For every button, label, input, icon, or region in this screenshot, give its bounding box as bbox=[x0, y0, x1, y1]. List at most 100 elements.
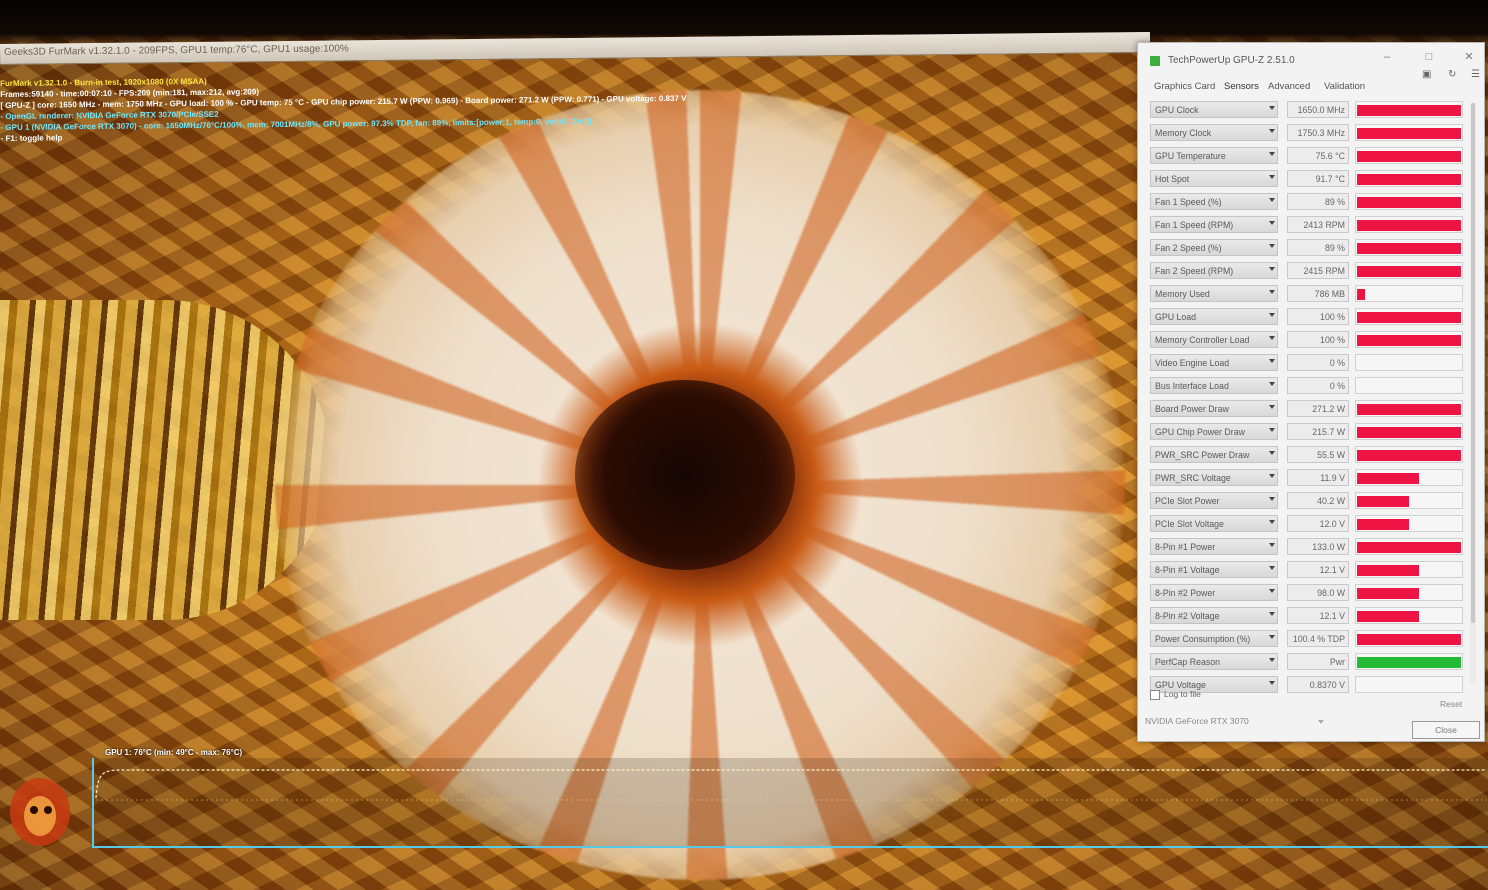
sensor-value: 2413 RPM bbox=[1287, 216, 1349, 233]
sensor-graph bbox=[1355, 607, 1463, 624]
reset-button[interactable]: Reset bbox=[1440, 699, 1462, 709]
sensor-name-dropdown[interactable]: Memory Used bbox=[1150, 285, 1278, 302]
chevron-down-icon[interactable] bbox=[1269, 221, 1275, 225]
sensor-name-dropdown[interactable]: Hot Spot bbox=[1150, 170, 1278, 187]
sensor-value: 100 % bbox=[1287, 308, 1349, 325]
chevron-down-icon[interactable] bbox=[1269, 681, 1275, 685]
tab-advanced[interactable]: Advanced bbox=[1268, 81, 1310, 92]
chevron-down-icon[interactable] bbox=[1269, 658, 1275, 662]
tab-validation[interactable]: Validation bbox=[1324, 81, 1365, 92]
chevron-down-icon[interactable] bbox=[1269, 290, 1275, 294]
sensor-name-dropdown[interactable]: Fan 2 Speed (%) bbox=[1150, 239, 1278, 256]
sensor-graph bbox=[1355, 492, 1463, 509]
chevron-down-icon[interactable] bbox=[1269, 244, 1275, 248]
checkbox-box[interactable] bbox=[1150, 689, 1160, 700]
sensor-graph bbox=[1355, 308, 1463, 325]
gpuz-window: TechPowerUp GPU-Z 2.51.0 – □ ✕ Graphics … bbox=[1137, 42, 1485, 742]
chevron-down-icon[interactable] bbox=[1269, 198, 1275, 202]
sensor-value: 12.0 V bbox=[1287, 515, 1349, 532]
sensor-name-dropdown[interactable]: 8-Pin #1 Voltage bbox=[1150, 561, 1278, 578]
chevron-down-icon[interactable] bbox=[1269, 635, 1275, 639]
chevron-down-icon[interactable] bbox=[1269, 152, 1275, 156]
chevron-down-icon[interactable] bbox=[1269, 451, 1275, 455]
sensor-name-dropdown[interactable]: Fan 1 Speed (%) bbox=[1150, 193, 1278, 210]
chevron-down-icon[interactable] bbox=[1269, 520, 1275, 524]
sensor-row: Bus Interface Load 0 % bbox=[1150, 377, 1468, 397]
sensor-name-dropdown[interactable]: GPU Chip Power Draw bbox=[1150, 423, 1278, 440]
gpuz-titlebar[interactable]: TechPowerUp GPU-Z 2.51.0 – □ ✕ bbox=[1138, 43, 1484, 73]
chevron-down-icon[interactable] bbox=[1269, 566, 1275, 570]
furmark-logo-icon bbox=[10, 778, 70, 846]
chevron-down-icon[interactable] bbox=[1318, 720, 1324, 724]
maximize-icon[interactable]: □ bbox=[1416, 47, 1442, 67]
chevron-down-icon[interactable] bbox=[1269, 267, 1275, 271]
sensor-graph-fill bbox=[1357, 611, 1420, 622]
scrollbar-thumb[interactable] bbox=[1471, 103, 1475, 623]
sensor-graph bbox=[1355, 653, 1463, 670]
sensor-row: 8-Pin #2 Power 98.0 W bbox=[1150, 584, 1468, 604]
chevron-down-icon[interactable] bbox=[1269, 474, 1275, 478]
log-to-file-checkbox[interactable]: Log to file bbox=[1150, 689, 1201, 700]
sensor-row: 8-Pin #1 Power 133.0 W bbox=[1150, 538, 1468, 558]
sensor-name-dropdown[interactable]: Video Engine Load bbox=[1150, 354, 1278, 371]
chevron-down-icon[interactable] bbox=[1269, 589, 1275, 593]
sensor-name-dropdown[interactable]: GPU Clock bbox=[1150, 101, 1278, 118]
sensor-name-dropdown[interactable]: PWR_SRC Power Draw bbox=[1150, 446, 1278, 463]
sensor-graph-fill bbox=[1357, 519, 1409, 530]
camera-icon[interactable]: ▣ bbox=[1422, 69, 1431, 80]
sensor-name-dropdown[interactable]: GPU Temperature bbox=[1150, 147, 1278, 164]
sensor-graph bbox=[1355, 630, 1463, 647]
chevron-down-icon[interactable] bbox=[1269, 129, 1275, 133]
sensor-graph-fill bbox=[1357, 634, 1461, 645]
sensor-name-dropdown[interactable]: Board Power Draw bbox=[1150, 400, 1278, 417]
chevron-down-icon[interactable] bbox=[1269, 405, 1275, 409]
temperature-graph-label: GPU 1: 76°C (min: 49°C - max: 76°C) bbox=[105, 748, 243, 757]
sensor-graph-fill bbox=[1357, 289, 1366, 300]
chevron-down-icon[interactable] bbox=[1269, 612, 1275, 616]
sensor-name-dropdown[interactable]: GPU Load bbox=[1150, 308, 1278, 325]
chevron-down-icon[interactable] bbox=[1269, 106, 1275, 110]
chevron-down-icon[interactable] bbox=[1269, 543, 1275, 547]
sensor-value: 0 % bbox=[1287, 354, 1349, 371]
sensor-value: 2415 RPM bbox=[1287, 262, 1349, 279]
sensor-name-dropdown[interactable]: PerfCap Reason bbox=[1150, 653, 1278, 670]
chevron-down-icon[interactable] bbox=[1269, 359, 1275, 363]
chevron-down-icon[interactable] bbox=[1269, 175, 1275, 179]
sensor-name-dropdown[interactable]: 8-Pin #2 Voltage bbox=[1150, 607, 1278, 624]
chevron-down-icon[interactable] bbox=[1269, 336, 1275, 340]
minimize-icon[interactable]: – bbox=[1374, 47, 1400, 67]
sensor-value: 12.1 V bbox=[1287, 561, 1349, 578]
sensor-name-dropdown[interactable]: PWR_SRC Voltage bbox=[1150, 469, 1278, 486]
sensor-name-dropdown[interactable]: Memory Controller Load bbox=[1150, 331, 1278, 348]
tab-graphics-card[interactable]: Graphics Card bbox=[1154, 81, 1215, 92]
sensor-graph-fill bbox=[1357, 542, 1461, 553]
sensor-graph-fill bbox=[1357, 243, 1461, 254]
refresh-icon[interactable]: ↻ bbox=[1448, 69, 1456, 80]
sensor-row: Hot Spot 91.7 °C bbox=[1150, 170, 1468, 190]
chevron-down-icon[interactable] bbox=[1269, 428, 1275, 432]
chevron-down-icon[interactable] bbox=[1269, 313, 1275, 317]
sensor-row: Fan 2 Speed (RPM) 2415 RPM bbox=[1150, 262, 1468, 282]
sensor-name-dropdown[interactable]: PCIe Slot Power bbox=[1150, 492, 1278, 509]
sensor-name-dropdown[interactable]: Bus Interface Load bbox=[1150, 377, 1278, 394]
sensor-graph-fill bbox=[1357, 588, 1420, 599]
temperature-graph-plot bbox=[95, 769, 1487, 801]
device-select[interactable]: NVIDIA GeForce RTX 3070 bbox=[1145, 716, 1249, 726]
tab-sensors[interactable]: Sensors bbox=[1224, 81, 1259, 92]
chevron-down-icon[interactable] bbox=[1269, 382, 1275, 386]
menu-icon[interactable]: ☰ bbox=[1471, 69, 1480, 80]
chevron-down-icon[interactable] bbox=[1269, 497, 1275, 501]
sensor-value: 1750.3 MHz bbox=[1287, 124, 1349, 141]
sensor-name-dropdown[interactable]: Fan 2 Speed (RPM) bbox=[1150, 262, 1278, 279]
sensor-name-dropdown[interactable]: 8-Pin #2 Power bbox=[1150, 584, 1278, 601]
sensor-name-dropdown[interactable]: PCIe Slot Voltage bbox=[1150, 515, 1278, 532]
sensor-list-scrollbar[interactable] bbox=[1470, 103, 1476, 683]
close-icon[interactable]: ✕ bbox=[1456, 47, 1482, 67]
sensor-name-dropdown[interactable]: Memory Clock bbox=[1150, 124, 1278, 141]
sensor-graph bbox=[1355, 285, 1463, 302]
sensor-name-dropdown[interactable]: Power Consumption (%) bbox=[1150, 630, 1278, 647]
sensor-name-dropdown[interactable]: 8-Pin #1 Power bbox=[1150, 538, 1278, 555]
sensor-name-dropdown[interactable]: Fan 1 Speed (RPM) bbox=[1150, 216, 1278, 233]
close-button[interactable]: Close bbox=[1412, 721, 1480, 739]
sensor-row: GPU Chip Power Draw 215.7 W bbox=[1150, 423, 1468, 443]
